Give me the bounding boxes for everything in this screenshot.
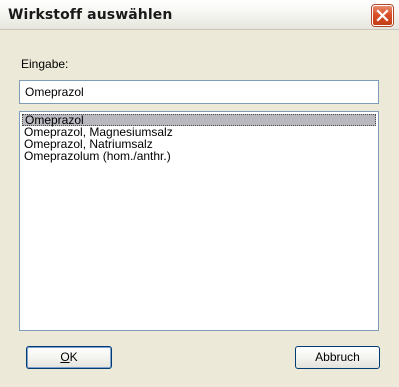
list-item[interactable]: Omeprazolum (hom./anthr.) xyxy=(22,150,376,162)
ok-accelerator: O xyxy=(60,350,70,364)
ok-label-rest: K xyxy=(69,350,78,364)
input-label: Eingabe: xyxy=(21,57,69,71)
substance-listbox[interactable]: Omeprazol Omeprazol, Magnesiumsalz Omepr… xyxy=(19,111,379,331)
ok-button[interactable]: OK xyxy=(26,346,112,369)
close-icon xyxy=(376,9,389,22)
title-bar: Wirkstoff auswählen xyxy=(0,0,399,30)
close-button[interactable] xyxy=(372,5,393,26)
cancel-button[interactable]: Abbruch xyxy=(295,346,380,369)
dialog-window: Wirkstoff auswählen Eingabe: Omeprazol O… xyxy=(0,0,399,387)
dialog-title: Wirkstoff auswählen xyxy=(8,7,173,23)
search-input[interactable] xyxy=(19,80,379,104)
